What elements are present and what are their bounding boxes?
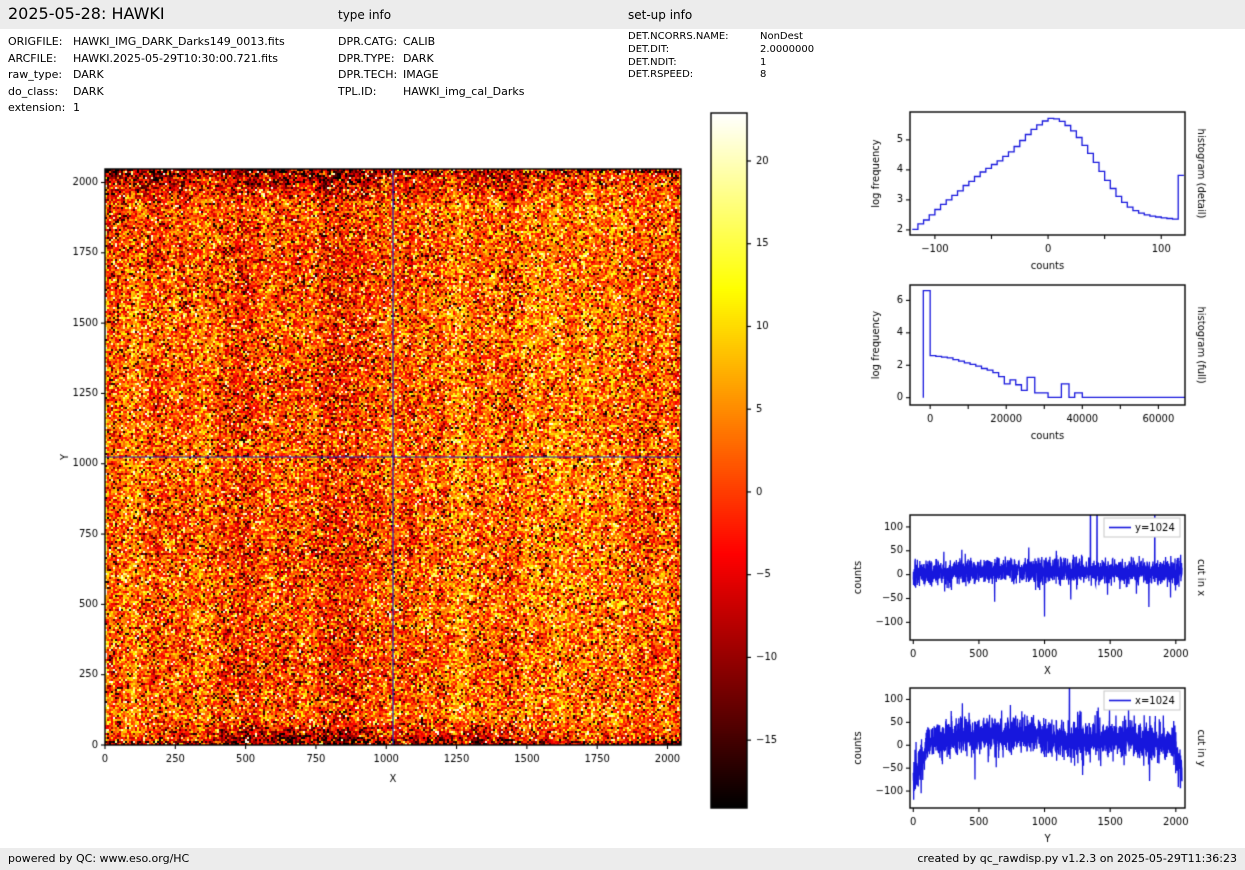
histogram-detail-plot <box>840 99 1245 279</box>
file-info-row: ORIGFILE:HAWKI_IMG_DARK_Darks149_0013.fi… <box>8 34 285 51</box>
field-value: HAWKI.2025-05-29T10:30:00.721.fits <box>73 52 278 65</box>
field-label: DET.DIT: <box>628 44 760 57</box>
field-value: NonDest <box>760 31 803 42</box>
page-title: 2025-05-28: HAWKI <box>8 4 165 23</box>
field-label: ARCFILE: <box>8 51 73 68</box>
footer-credit-right: created by qc_rawdisp.py v1.2.3 on 2025-… <box>917 848 1237 870</box>
header-band <box>0 0 1245 29</box>
field-label: DPR.CATG: <box>338 34 403 51</box>
field-label: DPR.TECH: <box>338 67 403 84</box>
field-value: 2.0000000 <box>760 44 814 55</box>
field-label: DET.NCORRS.NAME: <box>628 31 760 44</box>
field-value: IMAGE <box>403 68 439 81</box>
field-value: DARK <box>403 52 434 65</box>
field-value: CALIB <box>403 35 435 48</box>
field-value: 1 <box>73 101 80 114</box>
qc-report-page: 2025-05-28: HAWKI type info set-up info … <box>0 0 1245 870</box>
file-info-row: extension:1 <box>8 100 285 117</box>
file-info-row: raw_type:DARK <box>8 67 285 84</box>
field-value: DARK <box>73 85 104 98</box>
cut-in-y-plot <box>840 675 1245 855</box>
field-label: extension: <box>8 100 73 117</box>
dark-frame-image-plot <box>50 140 750 820</box>
file-info-row: ARCFILE:HAWKI.2025-05-29T10:30:00.721.fi… <box>8 51 285 68</box>
field-label: TPL.ID: <box>338 84 403 101</box>
file-info-row: do_class:DARK <box>8 84 285 101</box>
setup-info-heading: set-up info <box>628 8 692 22</box>
setup-info-block: DET.NCORRS.NAME:NonDest DET.DIT:2.000000… <box>628 31 814 82</box>
setup-info-row: DET.DIT:2.0000000 <box>628 44 814 57</box>
type-info-row: DPR.TECH:IMAGE <box>338 67 524 84</box>
field-value: 8 <box>760 69 766 80</box>
file-info-block: ORIGFILE:HAWKI_IMG_DARK_Darks149_0013.fi… <box>8 34 285 117</box>
field-label: raw_type: <box>8 67 73 84</box>
histogram-full-plot <box>840 272 1245 452</box>
field-value: 1 <box>760 57 766 68</box>
cut-in-x-plot <box>840 502 1245 684</box>
setup-info-row: DET.NDIT:1 <box>628 57 814 70</box>
field-value: HAWKI_IMG_DARK_Darks149_0013.fits <box>73 35 285 48</box>
type-info-block: DPR.CATG:CALIB DPR.TYPE:DARK DPR.TECH:IM… <box>338 34 524 100</box>
type-info-row: DPR.TYPE:DARK <box>338 51 524 68</box>
field-label: DET.NDIT: <box>628 57 760 70</box>
colorbar <box>700 105 800 817</box>
field-label: DPR.TYPE: <box>338 51 403 68</box>
field-value: DARK <box>73 68 104 81</box>
field-label: ORIGFILE: <box>8 34 73 51</box>
field-label: DET.RSPEED: <box>628 69 760 82</box>
type-info-row: DPR.CATG:CALIB <box>338 34 524 51</box>
field-value: HAWKI_img_cal_Darks <box>403 85 524 98</box>
setup-info-row: DET.RSPEED:8 <box>628 69 814 82</box>
type-info-row: TPL.ID:HAWKI_img_cal_Darks <box>338 84 524 101</box>
field-label: do_class: <box>8 84 73 101</box>
type-info-heading: type info <box>338 8 391 22</box>
footer-credit-left: powered by QC: www.eso.org/HC <box>8 848 189 870</box>
setup-info-row: DET.NCORRS.NAME:NonDest <box>628 31 814 44</box>
